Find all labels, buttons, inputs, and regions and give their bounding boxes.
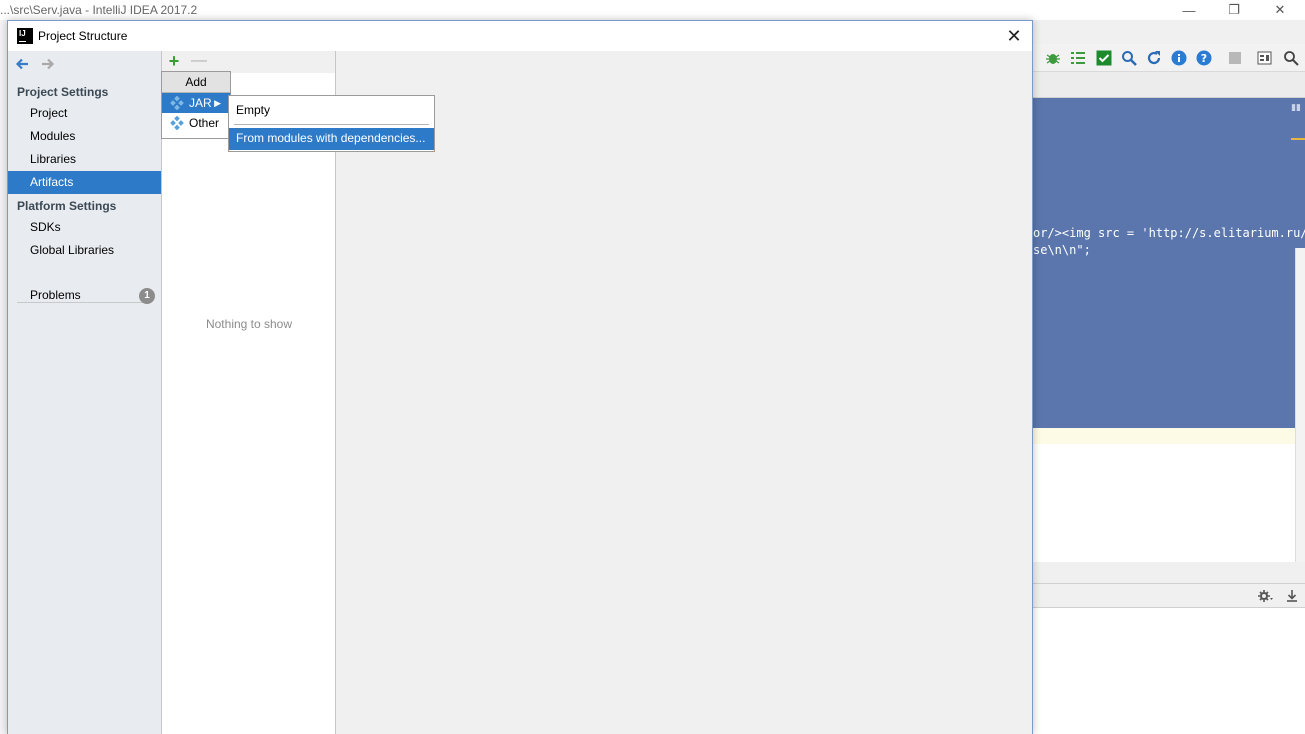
code-editor[interactable]: or/><img src = 'http://s.elitarium.ru/wp… (1033, 98, 1305, 428)
download-icon[interactable] (1284, 588, 1300, 604)
submenu-item-from-modules[interactable]: From modules with dependencies... (229, 128, 434, 150)
structure-icon[interactable] (1257, 50, 1273, 66)
nav-item-modules[interactable]: Modules (8, 125, 161, 148)
check-icon[interactable] (1096, 50, 1112, 66)
settings-nav: Project Settings Project Modules Librari… (8, 51, 162, 734)
submenu-separator (234, 124, 429, 125)
restore-button[interactable]: ❐ (1211, 0, 1257, 20)
artifact-details-panel (336, 51, 1032, 734)
stop-icon[interactable] (1227, 50, 1243, 66)
dialog-titlebar: IJ Project Structure ✕ (8, 21, 1032, 51)
artifact-other-icon (170, 116, 184, 130)
run-console (1033, 608, 1305, 734)
nav-arrows (14, 56, 56, 72)
artifact-list-toolbar: + — (162, 51, 335, 73)
list-icon[interactable] (1070, 50, 1086, 66)
search-icon[interactable] (1283, 50, 1299, 66)
problems-count-badge: 1 (139, 288, 155, 304)
editor-tab-strip (1033, 72, 1305, 98)
settings-icon[interactable] (1257, 588, 1273, 604)
menu-item-jar[interactable]: JAR ▶ (162, 93, 230, 113)
svg-text:?: ? (1201, 52, 1207, 65)
menu-item-jar-label: JAR (189, 96, 212, 110)
nav-item-sdks[interactable]: SDKs (8, 216, 161, 239)
minimize-button[interactable]: — (1166, 0, 1212, 20)
nav-item-project[interactable]: Project (8, 102, 161, 125)
info-icon[interactable] (1171, 50, 1187, 66)
add-artifact-button[interactable]: + (166, 51, 182, 71)
empty-list-message: Nothing to show (205, 317, 293, 331)
menu-item-other[interactable]: Other (162, 113, 230, 133)
nav-item-artifacts[interactable]: Artifacts (8, 171, 161, 194)
help-icon[interactable]: ? (1196, 50, 1212, 66)
ide-window-title: ...\src\Serv.java - IntelliJ IDEA 2017.2 (0, 3, 198, 17)
remove-artifact-button[interactable]: — (191, 51, 207, 71)
forward-arrow-icon[interactable] (40, 56, 56, 72)
run-panel-toolbar (1033, 584, 1305, 608)
find-icon[interactable] (1121, 50, 1137, 66)
close-window-button[interactable]: ✕ (1257, 0, 1303, 20)
code-line: se\n\n"; (1033, 243, 1091, 257)
menu-item-other-label: Other (189, 116, 220, 130)
problems-label: Problems (30, 288, 81, 302)
project-settings-heading: Project Settings (17, 85, 109, 99)
jar-submenu: Empty From modules with dependencies... (228, 95, 435, 152)
ide-toolbar: ? (1033, 44, 1305, 72)
submenu-item-empty[interactable]: Empty (229, 98, 434, 122)
dialog-title: Project Structure (38, 29, 128, 43)
nav-item-global-libraries[interactable]: Global Libraries (8, 239, 161, 262)
code-line: or/><img src = 'http://s.elitarium.ru/wp (1033, 226, 1305, 240)
editor-caret-line (1033, 428, 1305, 444)
editor-scrollbar[interactable] (1295, 248, 1305, 562)
nav-item-problems[interactable]: Problems 1 (8, 284, 161, 307)
submenu-arrow-icon: ▶ (214, 98, 221, 108)
close-icon[interactable]: ✕ (1002, 24, 1026, 48)
ide-panel-gap (1033, 562, 1305, 584)
artifact-jar-icon (170, 96, 184, 110)
add-popup-header: Add (162, 72, 230, 93)
nav-item-libraries[interactable]: Libraries (8, 148, 161, 171)
bug-icon[interactable] (1045, 50, 1061, 66)
add-artifact-popup: Add JAR ▶ Other (161, 71, 231, 139)
intellij-logo-icon: IJ (17, 28, 33, 44)
artifact-list-panel: + — Nothing to show (162, 51, 336, 734)
editor-error-stripe (1291, 138, 1305, 140)
ide-titlebar: ...\src\Serv.java - IntelliJ IDEA 2017.2… (0, 0, 1305, 20)
back-arrow-icon[interactable] (14, 56, 30, 72)
editor-marker-icon: ▮▮ (1291, 102, 1301, 112)
platform-settings-heading: Platform Settings (17, 199, 117, 213)
refresh-icon[interactable] (1146, 50, 1162, 66)
editor-area (1033, 444, 1295, 562)
